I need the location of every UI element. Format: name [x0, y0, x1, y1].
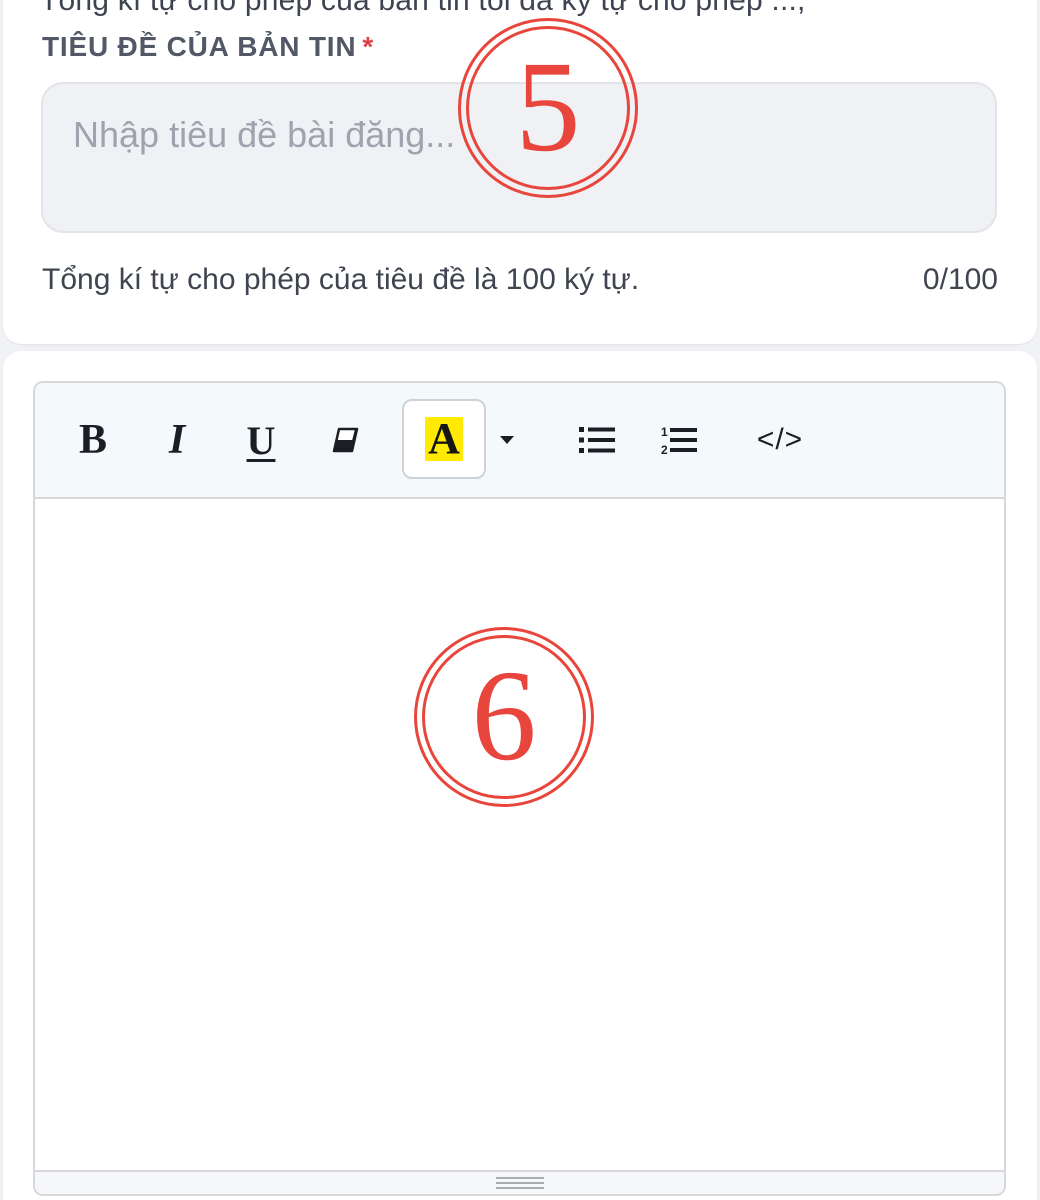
title-field-label: TIÊU ĐỀ CỦA BẢN TIN *	[42, 31, 374, 63]
svg-text:1: 1	[661, 425, 668, 439]
resize-grip-icon[interactable]	[495, 1177, 544, 1192]
clear-format-button[interactable]	[325, 413, 365, 467]
editor-resize-bar[interactable]	[35, 1170, 1004, 1194]
title-char-counter: 0/100	[922, 263, 998, 296]
italic-button[interactable]: I	[155, 413, 199, 467]
annotation-number-6: 6	[471, 644, 537, 788]
italic-label: I	[168, 417, 186, 463]
title-hint-row: Tổng kí tự cho phép của tiêu đề là 100 k…	[42, 263, 998, 297]
numbered-list-icon: 1 2	[661, 425, 697, 456]
title-label-text: TIÊU ĐỀ CỦA BẢN TIN	[42, 31, 357, 62]
bullet-list-icon	[579, 427, 615, 453]
annotation-number-5: 5	[515, 35, 581, 179]
annotation-marker-6: 6	[414, 627, 594, 807]
previous-hint-text: Tổng kí tự cho phép của bản tin tối đa k…	[40, 0, 806, 17]
bullet-list-button[interactable]	[577, 413, 617, 467]
editor-content-area[interactable]	[35, 497, 1004, 1167]
underline-button[interactable]: U	[239, 413, 283, 467]
numbered-list-button[interactable]: 1 2	[659, 413, 699, 467]
text-color-button[interactable]: A	[402, 399, 486, 479]
bold-label: B	[78, 417, 107, 463]
bold-button[interactable]: B	[71, 413, 115, 467]
code-view-label: </>	[756, 423, 804, 456]
eraser-icon	[332, 427, 359, 453]
required-mark: *	[362, 31, 375, 62]
underline-label: U	[246, 417, 276, 463]
text-color-letter: A	[425, 417, 463, 461]
annotation-marker-5: 5	[458, 18, 638, 198]
title-hint-text: Tổng kí tự cho phép của tiêu đề là 100 k…	[42, 263, 640, 296]
editor-toolbar: B I U A 1 2 </>	[35, 383, 1004, 499]
page: Tổng kí tự cho phép của bản tin tối đa k…	[0, 0, 1040, 1200]
code-view-button[interactable]: </>	[749, 413, 811, 467]
text-color-dropdown[interactable]	[495, 413, 519, 467]
caret-down-icon	[500, 436, 514, 444]
svg-text:2: 2	[661, 443, 668, 456]
